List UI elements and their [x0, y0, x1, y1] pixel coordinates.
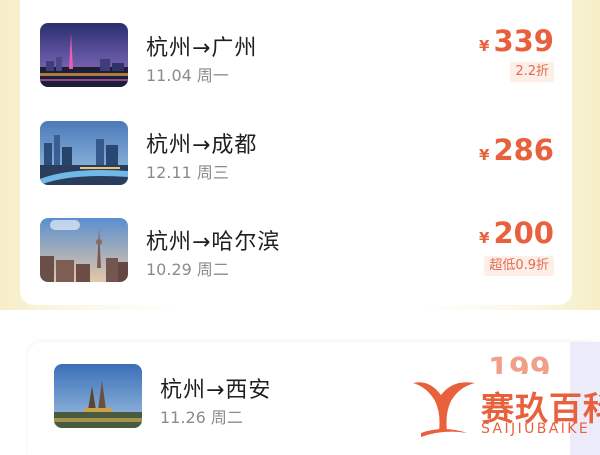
- departure-date: 12.11 周三: [146, 163, 229, 182]
- departure-date: 10.29 周二: [146, 260, 229, 279]
- flight-row-harbin[interactable]: 杭州→哈尔滨 10.29 周二 ¥200 超低0.9折: [20, 194, 572, 284]
- watermark-subtitle: SAIJIUBAIKE: [481, 421, 591, 437]
- departure-date: 11.26 周二: [160, 408, 243, 427]
- price-value: 286: [493, 133, 554, 167]
- discount-badge: 2.2折: [510, 62, 554, 82]
- price: ¥286: [479, 133, 554, 167]
- currency-symbol: ¥: [479, 229, 490, 247]
- discount-badge: 超低0.9折: [484, 256, 554, 276]
- price-value: 339: [493, 24, 554, 58]
- currency-symbol: ¥: [479, 37, 490, 55]
- route-label: 杭州→西安: [160, 378, 272, 403]
- card-separator: [0, 310, 600, 342]
- price-value: 200: [493, 216, 554, 250]
- price: ¥200: [479, 216, 554, 250]
- currency-symbol: ¥: [479, 146, 490, 164]
- flight-deals-card: 杭州→广州 11.04 周一 ¥339 2.2折 杭州→成都 12.11 周三 …: [20, 0, 572, 305]
- destination-photo: [40, 218, 128, 282]
- flight-row-guangzhou[interactable]: 杭州→广州 11.04 周一 ¥339 2.2折: [20, 0, 572, 90]
- flight-row-chengdu[interactable]: 杭州→成都 12.11 周三 ¥286: [20, 97, 572, 187]
- departure-date: 11.04 周一: [146, 66, 229, 85]
- destination-photo: [54, 364, 142, 428]
- whale-tail-icon: [411, 377, 477, 445]
- destination-photo: [40, 121, 128, 185]
- destination-photo: [40, 23, 128, 87]
- route-label: 杭州→广州: [146, 36, 258, 61]
- price: ¥339: [479, 24, 554, 58]
- route-label: 杭州→成都: [146, 133, 258, 158]
- price-value-partial: 199: [488, 352, 551, 374]
- route-label: 杭州→哈尔滨: [146, 230, 281, 255]
